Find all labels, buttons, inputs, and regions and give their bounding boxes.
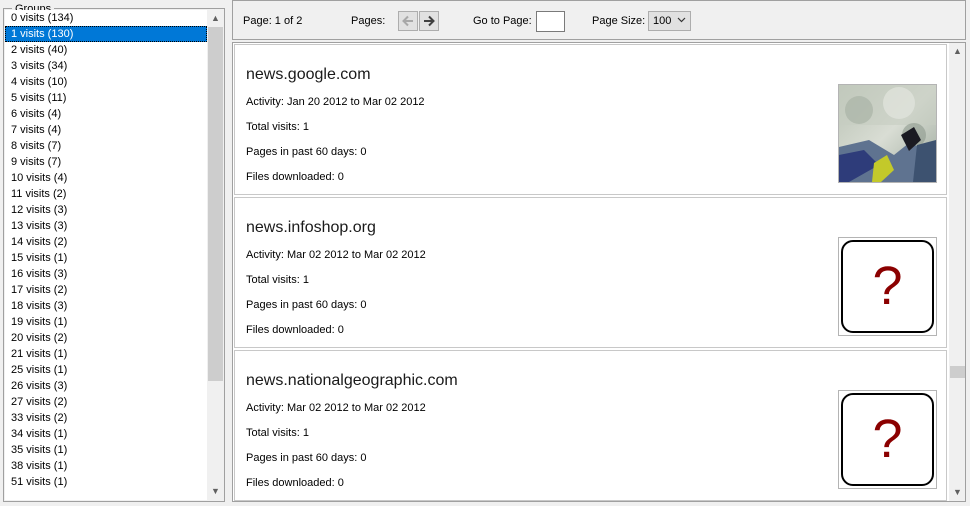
group-item[interactable]: 35 visits (1): [5, 442, 207, 458]
groups-scroll-thumb[interactable]: [208, 27, 223, 381]
group-item[interactable]: 16 visits (3): [5, 266, 207, 282]
scroll-down-icon[interactable]: ▼: [949, 484, 965, 501]
result-total-visits: Total visits: 1: [246, 121, 309, 133]
page-size-label: Page Size:: [592, 15, 646, 27]
group-item[interactable]: 25 visits (1): [5, 362, 207, 378]
prev-page-button[interactable]: [398, 11, 418, 31]
group-item[interactable]: 7 visits (4): [5, 122, 207, 138]
group-item[interactable]: 15 visits (1): [5, 250, 207, 266]
result-pages-past: Pages in past 60 days: 0: [246, 299, 367, 311]
group-item[interactable]: 14 visits (2): [5, 234, 207, 250]
goto-page-label: Go to Page:: [473, 15, 532, 27]
pages-label: Pages:: [351, 15, 386, 27]
scroll-up-icon[interactable]: ▲: [949, 43, 965, 60]
next-page-button[interactable]: [419, 11, 439, 31]
group-item[interactable]: 17 visits (2): [5, 282, 207, 298]
question-mark-glyph: ?: [872, 256, 903, 316]
group-item[interactable]: 26 visits (3): [5, 378, 207, 394]
result-files-downloaded: Files downloaded: 0: [246, 171, 344, 183]
scroll-down-icon[interactable]: ▼: [207, 483, 224, 500]
group-item[interactable]: 33 visits (2): [5, 410, 207, 426]
result-domain[interactable]: news.infoshop.org: [246, 218, 376, 238]
arrow-left-icon: [402, 15, 413, 27]
page-size-value: 100: [653, 15, 672, 27]
page-info: Page: 1 of 2: [243, 15, 303, 27]
results-pane: Page: 1 of 2 Pages: Go to Page: Page Siz…: [232, 0, 970, 506]
results-list[interactable]: news.google.com Activity: Jan 20 2012 to…: [232, 42, 966, 502]
group-item[interactable]: 1 visits (130): [5, 26, 207, 42]
group-item[interactable]: 21 visits (1): [5, 346, 207, 362]
group-item[interactable]: 19 visits (1): [5, 314, 207, 330]
result-domain[interactable]: news.google.com: [246, 65, 371, 85]
result-files-downloaded: Files downloaded: 0: [246, 324, 344, 336]
group-item[interactable]: 11 visits (2): [5, 186, 207, 202]
group-item[interactable]: 34 visits (1): [5, 426, 207, 442]
group-item[interactable]: 38 visits (1): [5, 458, 207, 474]
site-thumbnail[interactable]: ?: [838, 390, 937, 489]
results-scrollbar[interactable]: ▲ ▼: [949, 43, 965, 501]
group-item[interactable]: 20 visits (2): [5, 330, 207, 346]
results-scroll-thumb[interactable]: [950, 366, 965, 378]
result-card[interactable]: news.nationalgeographic.com Activity: Ma…: [234, 350, 947, 501]
chevron-down-icon: [677, 17, 686, 23]
groups-scrollbar[interactable]: ▲ ▼: [207, 10, 224, 500]
group-item[interactable]: 9 visits (7): [5, 154, 207, 170]
group-item[interactable]: 0 visits (134): [5, 10, 207, 26]
result-card[interactable]: news.google.com Activity: Jan 20 2012 to…: [234, 44, 947, 195]
result-domain[interactable]: news.nationalgeographic.com: [246, 371, 458, 391]
group-item[interactable]: 5 visits (11): [5, 90, 207, 106]
group-item[interactable]: 27 visits (2): [5, 394, 207, 410]
paging-toolbar: Page: 1 of 2 Pages: Go to Page: Page Siz…: [232, 0, 966, 40]
group-item[interactable]: 4 visits (10): [5, 74, 207, 90]
result-pages-past: Pages in past 60 days: 0: [246, 452, 367, 464]
result-pages-past: Pages in past 60 days: 0: [246, 146, 367, 158]
result-activity: Activity: Mar 02 2012 to Mar 02 2012: [246, 402, 426, 414]
group-item[interactable]: 6 visits (4): [5, 106, 207, 122]
result-activity: Activity: Mar 02 2012 to Mar 02 2012: [246, 249, 426, 261]
group-item[interactable]: 10 visits (4): [5, 170, 207, 186]
group-item[interactable]: 51 visits (1): [5, 474, 207, 490]
result-total-visits: Total visits: 1: [246, 427, 309, 439]
site-thumbnail[interactable]: ?: [838, 237, 937, 336]
result-activity: Activity: Jan 20 2012 to Mar 02 2012: [246, 96, 425, 108]
group-item[interactable]: 3 visits (34): [5, 58, 207, 74]
groups-pane: Groups 0 visits (134) 1 visits (130) 2 vis…: [0, 0, 228, 506]
page-size-select[interactable]: 100: [648, 11, 691, 31]
question-mark-icon: ?: [841, 240, 934, 333]
site-screenshot-image: [839, 85, 936, 182]
result-files-downloaded: Files downloaded: 0: [246, 477, 344, 489]
group-item[interactable]: 18 visits (3): [5, 298, 207, 314]
result-total-visits: Total visits: 1: [246, 274, 309, 286]
groups-list[interactable]: 0 visits (134) 1 visits (130) 2 visits (40…: [5, 10, 207, 500]
question-mark-icon: ?: [841, 393, 934, 486]
group-item[interactable]: 2 visits (40): [5, 42, 207, 58]
scroll-up-icon[interactable]: ▲: [207, 10, 224, 27]
result-card[interactable]: news.infoshop.org Activity: Mar 02 2012 …: [234, 197, 947, 348]
site-thumbnail[interactable]: [838, 84, 937, 183]
question-mark-glyph: ?: [872, 409, 903, 469]
group-item[interactable]: 13 visits (3): [5, 218, 207, 234]
group-item[interactable]: 8 visits (7): [5, 138, 207, 154]
arrow-right-icon: [424, 15, 435, 27]
goto-page-input[interactable]: [536, 11, 565, 32]
group-item[interactable]: 12 visits (3): [5, 202, 207, 218]
